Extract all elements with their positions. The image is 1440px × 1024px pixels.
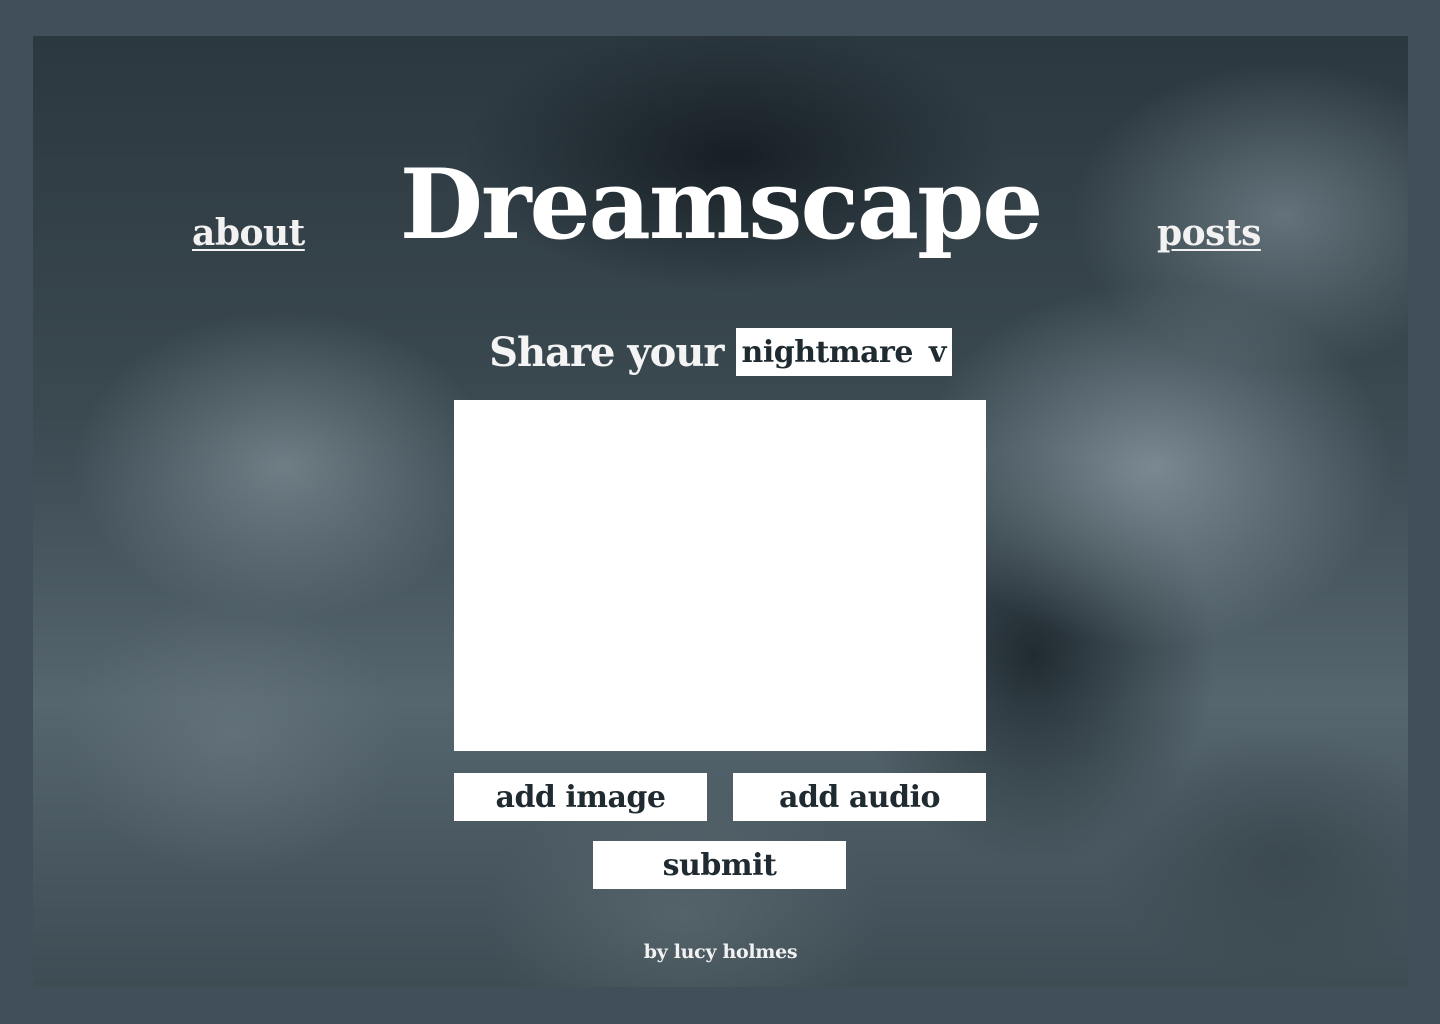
add-audio-button[interactable]: add audio [733,773,986,821]
submit-button[interactable]: submit [593,841,846,889]
dream-type-selected: nightmare [741,334,914,370]
nav-posts-link[interactable]: posts [1157,212,1261,254]
chevron-down-icon: v [928,334,946,370]
storm-cloud-background: about Dreamscape posts Share your nightm… [33,36,1408,987]
dream-type-dropdown[interactable]: nightmare v [735,328,952,376]
author-credit: by lucy holmes [643,941,798,963]
share-label: Share your [489,328,724,376]
add-image-button[interactable]: add image [454,773,707,821]
share-row: Share your nightmare v [33,328,1408,376]
dream-text-area[interactable] [454,400,986,751]
